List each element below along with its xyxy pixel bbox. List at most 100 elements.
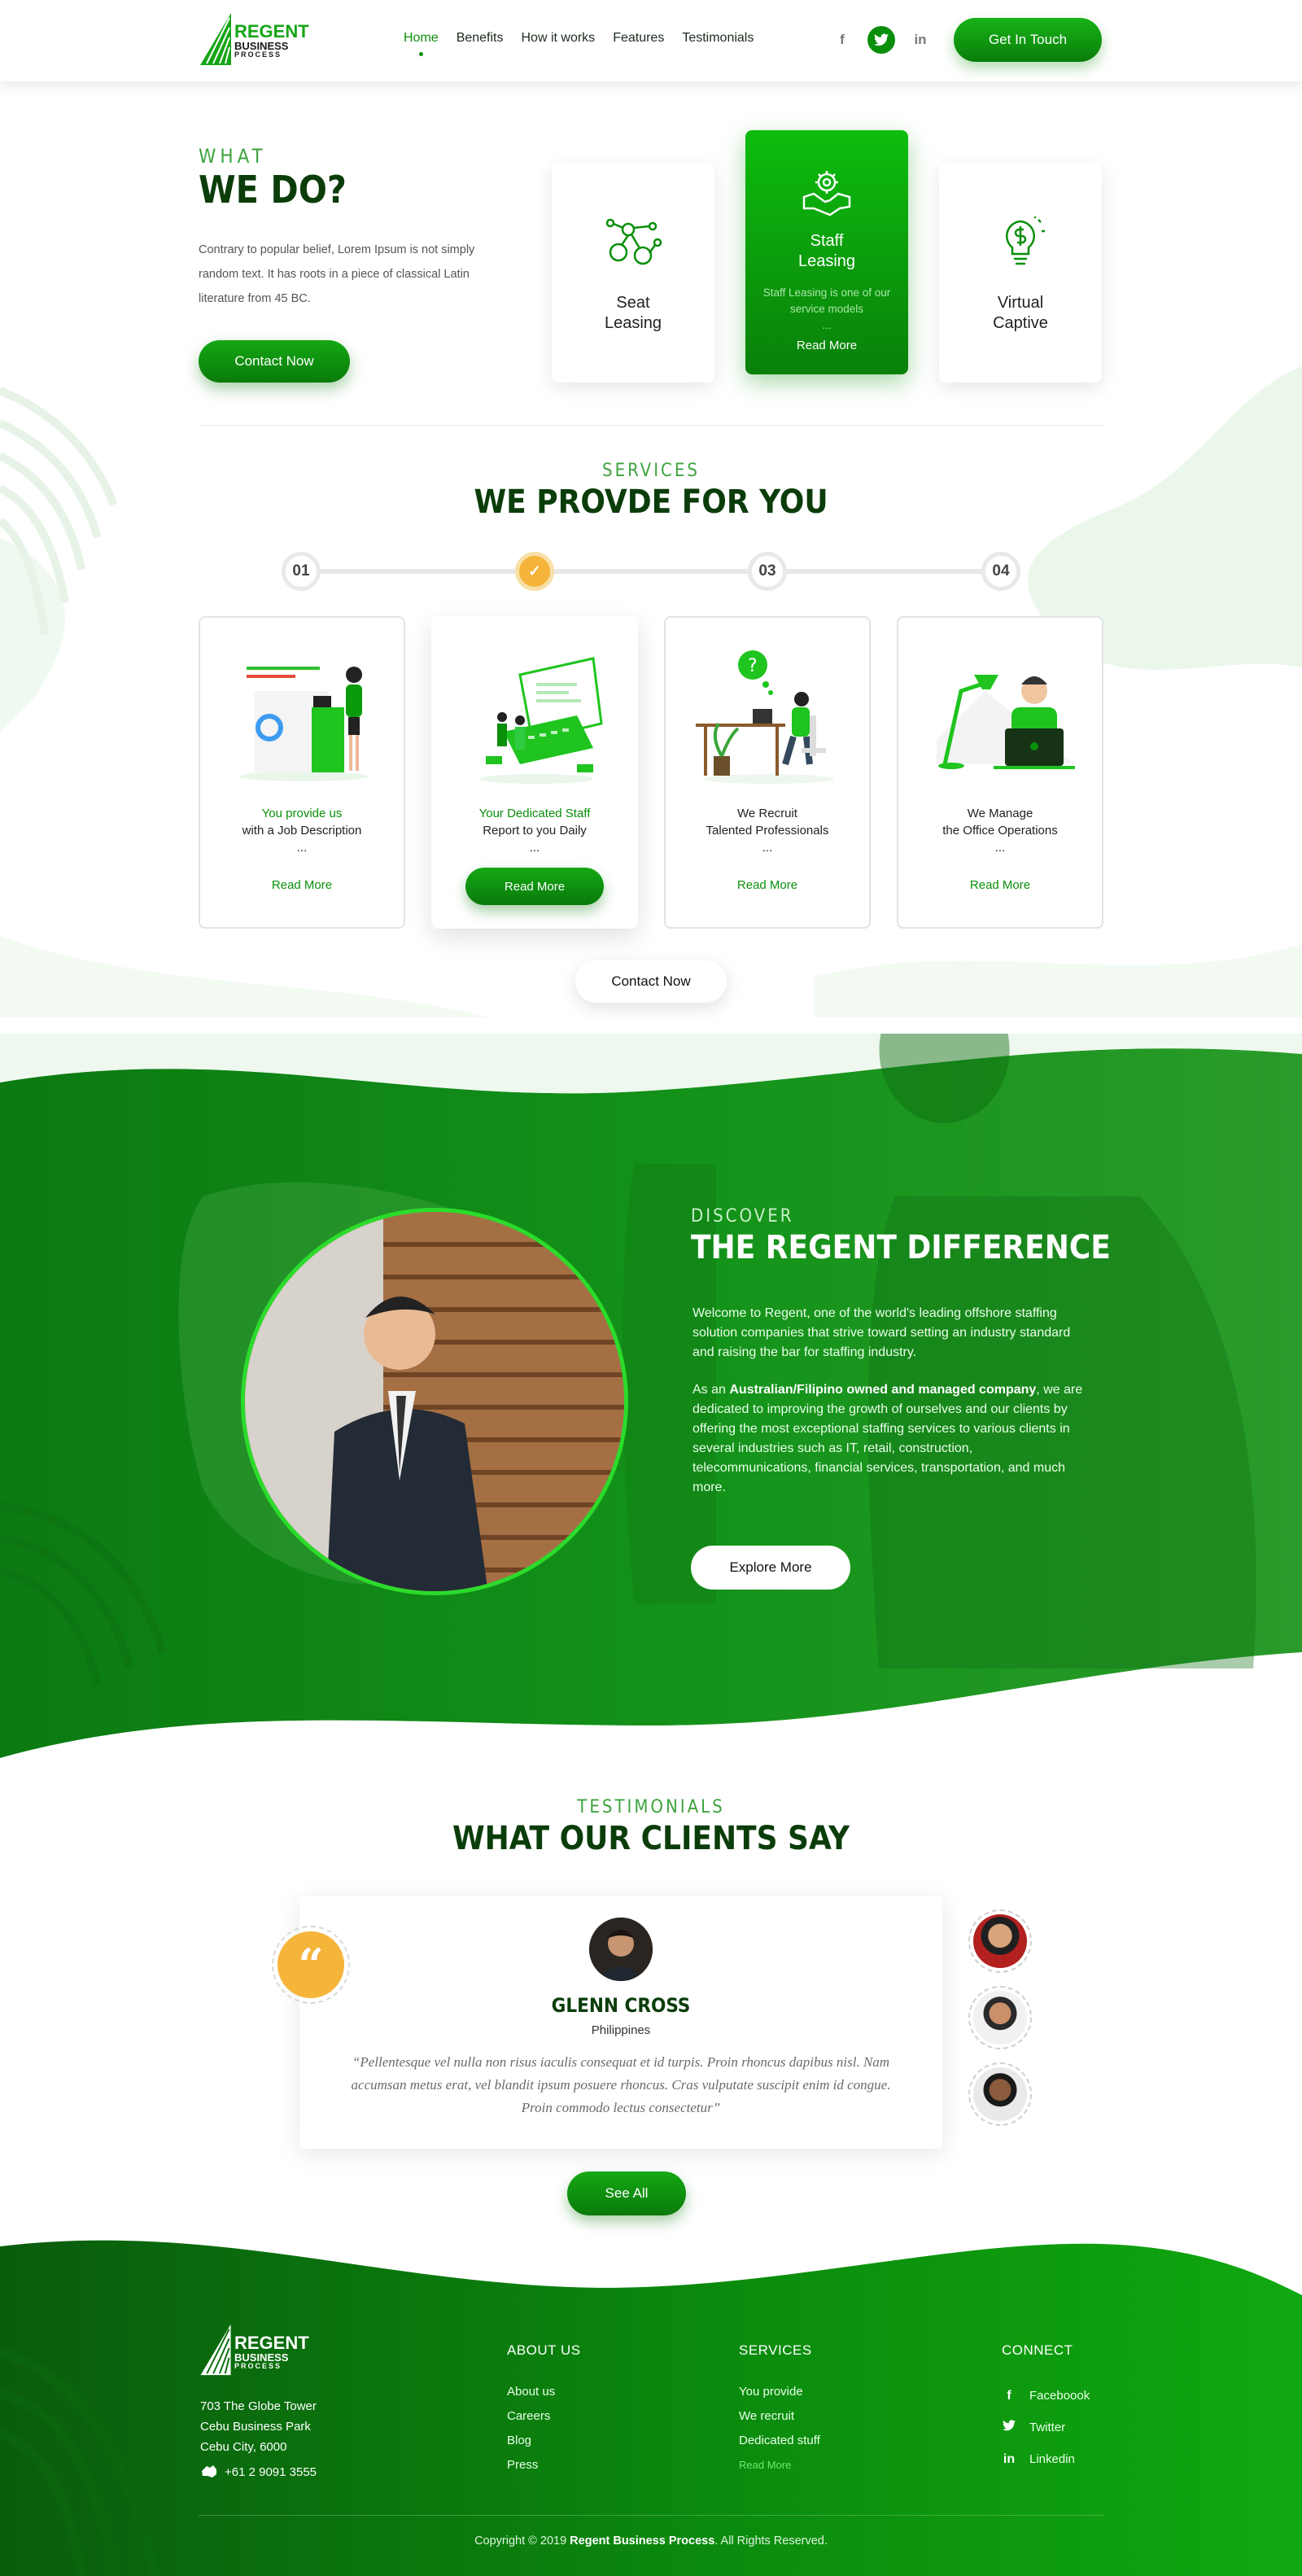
twitter-icon[interactable] [867,26,895,54]
read-more-link[interactable]: Read More [745,339,908,352]
card-subtitle: Talented Professionals [706,824,829,838]
address-line: 703 The Globe Tower [200,2399,317,2413]
service-card-seat-leasing[interactable]: Seat Leasing [552,163,714,383]
footer-link-careers[interactable]: Careers [507,2404,581,2429]
card-title-line1: Seat [616,294,650,312]
facebook-icon[interactable]: f [828,26,856,54]
footer-link-you-provide[interactable]: You provide [739,2380,820,2404]
discover-background [0,1034,1302,1758]
regent-logo[interactable]: REGENT BUSINESS PROCESS [199,10,309,70]
quote-icon: “ [272,1926,350,2004]
facebook-icon: f [1007,2389,1011,2403]
copyright: Copyright © 2019 Regent Business Process… [0,2534,1302,2548]
link-label: Faceboook [1029,2389,1090,2403]
what-description: Contrary to popular belief, Lorem Ipsum … [199,243,475,305]
discover-paragraph-1: Welcome to Regent, one of the world's le… [693,1306,1071,1359]
step-04[interactable]: 04 [981,552,1020,591]
p2-suffix: , we are dedicated to improving the grow… [693,1383,1083,1494]
team-member-photo [241,1208,628,1595]
step-02-check-icon[interactable]: ✓ [515,552,554,591]
manage-office-illustration [937,675,1075,769]
footer-link-about[interactable]: About us [507,2380,581,2404]
read-more-link[interactable]: Read More [666,878,869,892]
footer-about-column: ABOUT US About us Careers Blog Press [507,2342,581,2478]
footer-background [0,2240,1302,2576]
twitter-icon [1002,2412,1016,2443]
svg-text:?: ? [748,656,758,676]
nav-home[interactable]: Home [404,31,439,56]
footer-read-more-link[interactable]: Read More [739,2453,820,2478]
service-card-virtual-captive[interactable]: Virtual Captive [939,163,1102,383]
logo-line3: PROCESS [234,50,282,59]
client-name: GLENN CROSS [551,1994,691,2017]
card-title-line2: Leasing [797,252,856,270]
contact-now-button-services[interactable]: Contact Now [575,960,727,1003]
logo-line1: REGENT [234,21,309,42]
footer-address: 703 The Globe Tower Cebu Business Park C… [200,2396,317,2457]
testimonials-eyebrow: TESTIMONIALS [577,1797,725,1817]
testimonial-avatar-2[interactable] [968,1986,1032,2049]
nav-testimonials[interactable]: Testimonials [682,31,754,46]
footer-link-press[interactable]: Press [507,2453,581,2478]
logo-line1: REGENT [234,2333,309,2353]
header-social: f in [828,26,934,54]
bulb-dollar-icon [1006,216,1045,265]
read-more-link[interactable]: Read More [200,878,404,892]
nav-features[interactable]: Features [613,31,664,46]
site-header: REGENT BUSINESS PROCESS Home Benefits Ho… [0,0,1302,81]
address-line: Cebu City, 6000 [200,2440,287,2454]
steps-progress-line [303,569,1003,574]
card-heading: Your Dedicated Staff [478,807,591,820]
card-heading: You provide us [261,807,343,820]
nav-benefits[interactable]: Benefits [457,31,504,46]
linkedin-icon[interactable]: in [907,26,934,54]
section-divider [199,425,1103,426]
footer-connect-column: CONNECT f Faceboook Twitter in Linkedin [1002,2342,1090,2475]
what-title: WE DO? [199,168,347,212]
dedicated-staff-illustration [479,657,603,784]
network-people-icon [605,218,662,265]
process-card-job-description: You provide us with a Job Description... … [199,616,405,929]
get-in-touch-button[interactable]: Get In Touch [954,18,1102,62]
footer-link-dedicated[interactable]: Dedicated stuff [739,2429,820,2453]
read-more-button[interactable]: Read More [465,868,604,905]
card-ellipsis: ... [822,319,832,331]
logo-leaf-icon [200,13,231,65]
see-all-button[interactable]: See All [567,2171,686,2215]
client-avatar [589,1918,653,1981]
card-title-line2: Leasing [604,314,662,332]
footer-linkedin-link[interactable]: in Linkedin [1002,2443,1090,2475]
nav-how-it-works[interactable]: How it works [522,31,596,46]
read-more-link[interactable]: Read More [898,878,1102,892]
card-heading: We Manage [967,807,1033,820]
testimonials-title: WHAT OUR CLIENTS SAY [452,1820,850,1857]
footer-logo[interactable]: REGENT BUSINESS PROCESS [199,2321,309,2380]
contact-now-button[interactable]: Contact Now [199,340,350,383]
testimonial-avatar-1[interactable] [968,1909,1032,1973]
services-eyebrow: SERVICES [602,461,700,481]
footer-phone[interactable]: +61 2 9091 3555 [200,2464,317,2479]
card-title-line1: Virtual [997,294,1044,312]
footer-heading: SERVICES [739,2342,812,2358]
discover-eyebrow: DISCOVER [691,1206,794,1227]
testimonial-avatar-3[interactable] [968,2062,1032,2126]
card-ellipsis: ... [296,841,308,855]
card-ellipsis: ... [994,841,1006,855]
explore-more-button[interactable]: Explore More [691,1546,850,1590]
step-01[interactable]: 01 [282,552,321,591]
client-location: Philippines [591,2023,651,2037]
footer-link-blog[interactable]: Blog [507,2429,581,2453]
job-description-illustration [238,667,369,781]
footer-twitter-link[interactable]: Twitter [1002,2412,1090,2443]
link-label: Linkedin [1029,2452,1075,2466]
australia-map-icon [202,2465,216,2478]
footer-facebook-link[interactable]: f Faceboook [1002,2380,1090,2412]
card-title-line1: Staff [810,232,844,250]
discover-title: THE REGENT DIFFERENCE [691,1229,1111,1266]
step-03[interactable]: 03 [748,552,787,591]
card-subtitle: Report to you Daily [483,824,587,838]
footer-link-we-recruit[interactable]: We recruit [739,2404,820,2429]
logo-line3: PROCESS [234,2362,282,2370]
service-card-staff-leasing[interactable]: Staff Leasing Staff Leasing is one of our… [745,130,908,374]
p2-bold: Australian/Filipino owned and managed co… [729,1383,1037,1397]
